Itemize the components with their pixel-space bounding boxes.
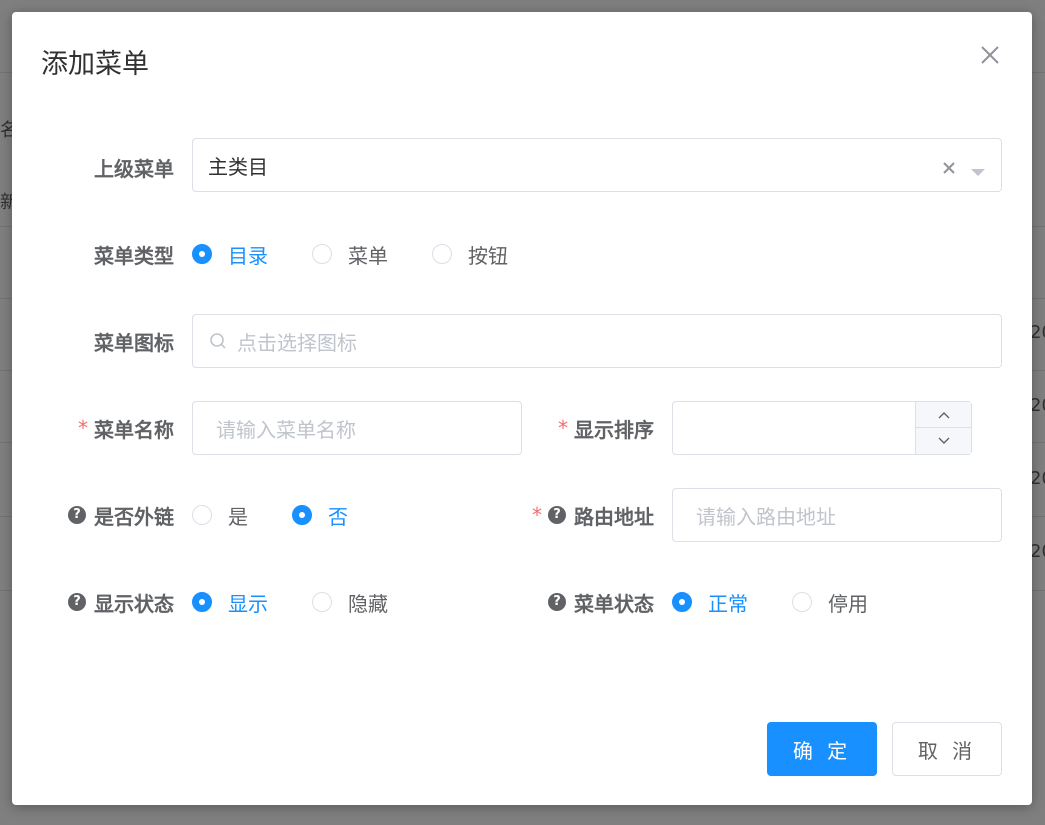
question-icon[interactable]: ? [68, 593, 86, 611]
parent-menu-value: 主类目 [208, 154, 268, 179]
radio-menu[interactable]: 菜单 [312, 240, 388, 269]
radio-circle [312, 244, 332, 264]
visible-label: ? 显示状态 [32, 587, 174, 617]
radio-circle [672, 592, 692, 612]
clear-icon[interactable] [941, 157, 957, 181]
route-path-input[interactable]: 请输入路由地址 [672, 488, 1002, 542]
route-path-placeholder: 请输入路由地址 [696, 504, 836, 529]
menu-status-label: ? 菜单状态 [492, 587, 654, 617]
confirm-button[interactable]: 确 定 [767, 722, 877, 776]
is-external-label: ? 是否外链 [32, 500, 174, 530]
radio-label: 菜单 [348, 243, 388, 268]
route-path-label: * ? 路由地址 [492, 500, 654, 530]
menu-type-label-text: 菜单类型 [94, 243, 174, 268]
menu-status-label-text: 菜单状态 [574, 591, 654, 616]
radio-label: 停用 [828, 591, 868, 616]
radio-circle [312, 592, 332, 612]
radio-circle [792, 592, 812, 612]
radio-circle [192, 244, 212, 264]
menu-icon-label-text: 菜单图标 [94, 330, 174, 355]
radio-normal[interactable]: 正常 [672, 588, 748, 617]
required-asterisk: * [532, 503, 542, 527]
question-icon[interactable]: ? [548, 506, 566, 524]
chevron-up-icon [938, 411, 949, 418]
is-external-label-text: 是否外链 [94, 504, 174, 529]
radio-label: 按钮 [468, 243, 508, 268]
menu-name-label-text: 菜单名称 [94, 417, 174, 442]
radio-label: 是 [228, 504, 248, 529]
sort-order-stepper[interactable] [672, 401, 972, 455]
menu-type-label: 菜单类型 [52, 239, 174, 269]
menu-status-radio-group: 正常 停用 [672, 587, 912, 617]
required-asterisk: * [558, 416, 568, 440]
radio-circle [192, 592, 212, 612]
sort-order-label-text: 显示排序 [574, 417, 654, 442]
menu-name-input[interactable]: 请输入菜单名称 [192, 401, 522, 455]
radio-button[interactable]: 按钮 [432, 240, 508, 269]
increment-button[interactable] [916, 402, 971, 428]
parent-menu-select[interactable]: 主类目 [192, 138, 1002, 192]
cancel-button[interactable]: 取 消 [892, 722, 1002, 776]
radio-directory[interactable]: 目录 [192, 240, 268, 269]
route-path-label-text: 路由地址 [574, 504, 654, 529]
radio-label: 显示 [228, 591, 268, 616]
radio-yes[interactable]: 是 [192, 501, 248, 530]
radio-label: 隐藏 [348, 591, 388, 616]
menu-name-label: * 菜单名称 [52, 413, 174, 443]
question-icon[interactable]: ? [548, 593, 566, 611]
menu-name-placeholder: 请输入菜单名称 [216, 417, 356, 442]
visible-label-text: 显示状态 [94, 591, 174, 616]
radio-label: 正常 [708, 591, 748, 616]
close-icon [981, 46, 999, 64]
chevron-down-icon [938, 437, 949, 444]
radio-circle [432, 244, 452, 264]
menu-icon-label: 菜单图标 [52, 326, 174, 356]
required-asterisk: * [78, 416, 88, 440]
dialog-title: 添加菜单 [41, 49, 149, 80]
radio-circle [192, 505, 212, 525]
sort-order-label: * 显示排序 [522, 413, 654, 443]
visible-radio-group: 显示 隐藏 [192, 587, 432, 617]
search-icon [209, 332, 227, 350]
menu-icon-input[interactable]: 点击选择图标 [192, 314, 1002, 368]
radio-disabled[interactable]: 停用 [792, 588, 868, 617]
parent-menu-label: 上级菜单 [52, 152, 174, 182]
menu-type-radio-group: 目录 菜单 按钮 [192, 239, 552, 269]
radio-show[interactable]: 显示 [192, 588, 268, 617]
radio-circle [292, 505, 312, 525]
radio-label: 否 [328, 504, 348, 529]
decrement-button[interactable] [916, 428, 971, 454]
question-icon[interactable]: ? [68, 506, 86, 524]
radio-hide[interactable]: 隐藏 [312, 588, 388, 617]
radio-no[interactable]: 否 [292, 501, 348, 530]
parent-menu-label-text: 上级菜单 [94, 156, 174, 181]
stepper-controls [915, 402, 971, 454]
close-button[interactable] [977, 42, 1003, 68]
radio-label: 目录 [228, 243, 268, 268]
caret-down-icon[interactable] [969, 159, 987, 183]
menu-icon-placeholder: 点击选择图标 [237, 330, 357, 355]
is-external-radio-group: 是 否 [192, 500, 392, 530]
add-menu-dialog: 添加菜单 上级菜单 主类目 菜单类型 目录 菜单 按钮 菜单图标 点击选择图标 … [12, 12, 1032, 805]
